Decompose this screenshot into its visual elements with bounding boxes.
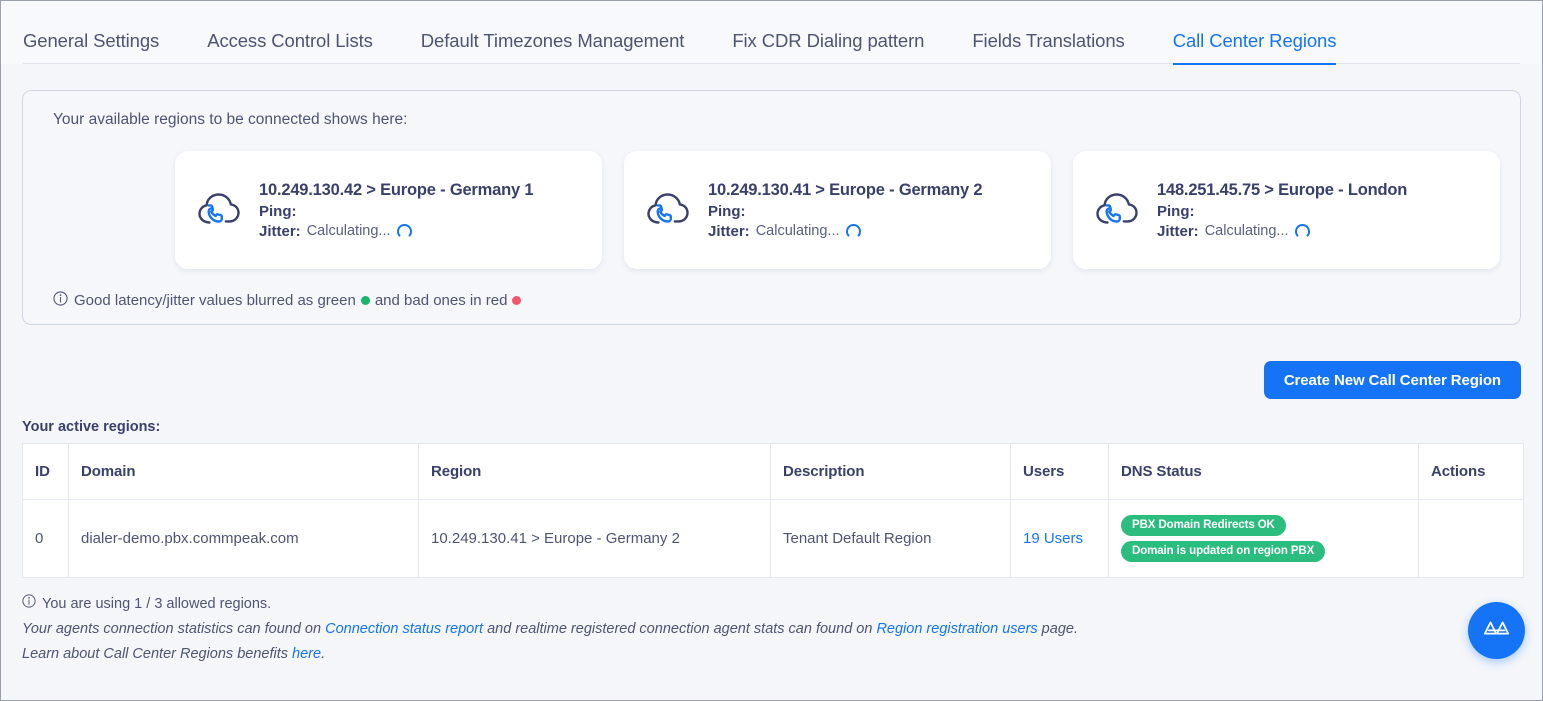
legend-bad-text: and bad ones in red: [374, 292, 508, 309]
info-circle-icon: [22, 592, 36, 617]
connection-status-report-link[interactable]: Connection status report: [325, 621, 483, 637]
tab-fields-translations[interactable]: Fields Translations: [972, 30, 1124, 64]
tab-default-timezones-management[interactable]: Default Timezones Management: [421, 30, 685, 64]
legend-good-text: Good latency/jitter values blurred as gr…: [74, 292, 356, 309]
settings-tabs: General Settings Access Control Lists De…: [1, 1, 1542, 65]
learn-more-part2: .: [321, 646, 326, 662]
users-link[interactable]: 19 Users: [1023, 530, 1083, 547]
create-new-call-center-region-button[interactable]: Create New Call Center Region: [1263, 361, 1521, 399]
stats-note-part1: Your agents connection statistics can fo…: [22, 621, 326, 637]
actions-bar: Create New Call Center Region: [1, 361, 1542, 399]
jitter-label: Jitter:: [1157, 222, 1199, 240]
learn-more-part1: Learn about Call Center Regions benefits: [22, 646, 293, 662]
here-link[interactable]: here: [292, 646, 321, 662]
column-header-actions: Actions: [1418, 443, 1524, 500]
region-card-jitter: Jitter: Calculating...: [259, 223, 584, 240]
learn-more-note: Learn about Call Center Regions benefits…: [22, 642, 1542, 667]
usage-text: You are using 1 / 3 allowed regions.: [42, 596, 272, 612]
cell-dns-status: PBX Domain Redirects OK Domain is update…: [1108, 499, 1419, 578]
region-card-jitter: Jitter: Calculating...: [1157, 223, 1482, 240]
tab-call-center-regions[interactable]: Call Center Regions: [1172, 30, 1336, 65]
region-card-title: 148.251.45.75 > Europe - London: [1157, 180, 1408, 199]
region-card[interactable]: 10.249.130.42 > Europe - Germany 1 Ping:…: [175, 151, 602, 269]
tab-general-settings[interactable]: General Settings: [23, 30, 159, 64]
red-dot-icon: [512, 296, 522, 305]
green-dot-icon: [360, 296, 370, 305]
region-card-ping: Ping:: [708, 203, 1033, 220]
region-card-ping: Ping:: [1157, 203, 1482, 220]
cloud-phone-icon: [195, 186, 243, 234]
cloud-phone-icon: [1093, 186, 1141, 234]
ping-label: Ping:: [1157, 202, 1195, 220]
jitter-value: Calculating...: [1204, 223, 1289, 239]
active-regions-table: ID Domain Region Description Users DNS S…: [22, 443, 1524, 578]
jitter-label: Jitter:: [259, 222, 301, 240]
cell-id: 0: [22, 499, 69, 578]
footer-notes: You are using 1 / 3 allowed regions. You…: [22, 592, 1542, 667]
available-regions-title: Your available regions to be connected s…: [53, 111, 408, 128]
column-header-description: Description: [770, 443, 1011, 500]
active-regions-label: Your active regions:: [22, 419, 161, 435]
jitter-value: Calculating...: [306, 223, 391, 239]
table-header-row: ID Domain Region Description Users DNS S…: [22, 443, 1524, 500]
column-header-id: ID: [22, 443, 69, 500]
cell-domain: dialer-demo.pbx.commpeak.com: [68, 499, 419, 578]
table-row: 0 dialer-demo.pbx.commpeak.com 10.249.13…: [22, 499, 1524, 578]
support-widget-button[interactable]: [1468, 602, 1525, 659]
stats-note-part2: and realtime registered connection agent…: [483, 621, 877, 637]
region-registration-users-link[interactable]: Region registration users: [876, 621, 1037, 637]
tab-fix-cdr-dialing-pattern[interactable]: Fix CDR Dialing pattern: [732, 30, 924, 64]
latency-legend: Good latency/jitter values blurred as gr…: [53, 291, 1504, 310]
loading-spinner-icon: [396, 223, 412, 239]
status-badge: PBX Domain Redirects OK: [1121, 515, 1286, 536]
column-header-dns-status: DNS Status: [1108, 443, 1419, 500]
region-card-title: 10.249.130.41 > Europe - Germany 2: [708, 180, 983, 199]
stats-note-part3: page.: [1037, 621, 1078, 637]
jitter-value: Calculating...: [755, 223, 840, 239]
tab-access-control-lists[interactable]: Access Control Lists: [207, 30, 373, 64]
usage-note: You are using 1 / 3 allowed regions.: [22, 592, 1542, 617]
region-card-body: 10.249.130.41 > Europe - Germany 2 Ping:…: [708, 181, 1033, 240]
column-header-domain: Domain: [68, 443, 419, 500]
cloud-phone-icon: [644, 186, 692, 234]
jitter-label: Jitter:: [708, 222, 750, 240]
available-regions-panel: Your available regions to be connected s…: [22, 90, 1521, 325]
ping-label: Ping:: [708, 202, 746, 220]
loading-spinner-icon: [845, 223, 861, 239]
region-card-body: 148.251.45.75 > Europe - London Ping: Ji…: [1157, 181, 1482, 240]
region-card[interactable]: 148.251.45.75 > Europe - London Ping: Ji…: [1073, 151, 1500, 269]
cell-users: 19 Users: [1010, 499, 1109, 578]
region-card-title: 10.249.130.42 > Europe - Germany 1: [259, 180, 534, 199]
cell-region: 10.249.130.41 > Europe - Germany 2: [418, 499, 771, 578]
mountains-logo-icon: [1483, 617, 1511, 644]
cell-description: Tenant Default Region: [770, 499, 1011, 578]
status-badge: Domain is updated on region PBX: [1121, 541, 1326, 562]
info-circle-icon: [53, 291, 68, 310]
cell-actions: [1418, 499, 1524, 578]
region-card-jitter: Jitter: Calculating...: [708, 223, 1033, 240]
region-card-body: 10.249.130.42 > Europe - Germany 1 Ping:…: [259, 181, 584, 240]
stats-note: Your agents connection statistics can fo…: [22, 617, 1542, 642]
region-cards-list: 10.249.130.42 > Europe - Germany 1 Ping:…: [39, 151, 1504, 269]
ping-label: Ping:: [259, 202, 297, 220]
region-card[interactable]: 10.249.130.41 > Europe - Germany 2 Ping:…: [624, 151, 1051, 269]
region-card-ping: Ping:: [259, 203, 584, 220]
column-header-region: Region: [418, 443, 771, 500]
settings-page: General Settings Access Control Lists De…: [0, 0, 1543, 701]
column-header-users: Users: [1010, 443, 1109, 500]
loading-spinner-icon: [1294, 223, 1310, 239]
